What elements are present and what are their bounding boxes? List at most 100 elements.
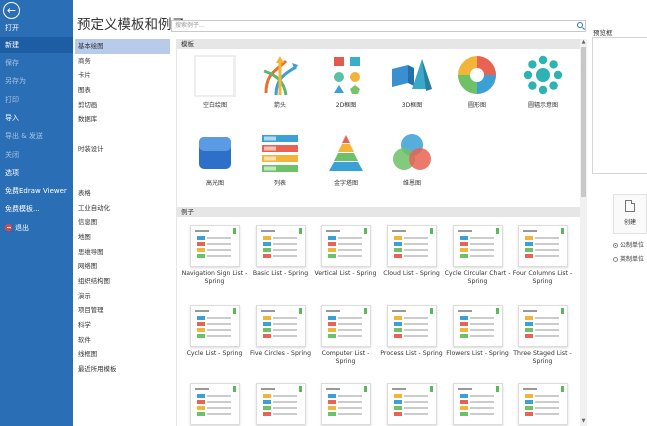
category-item[interactable]	[75, 171, 170, 186]
category-item[interactable]	[75, 157, 170, 172]
template-item[interactable]: 圆形图	[448, 53, 506, 109]
3d-block-icon	[388, 53, 436, 98]
example-item[interactable]: Basic List - Spring	[246, 225, 315, 278]
nav-item-new[interactable]: 新建	[0, 37, 73, 53]
back-arrow-icon[interactable]: ←	[3, 2, 20, 19]
example-label: Cloud List - Spring	[383, 270, 440, 277]
nav-item-free-templates[interactable]: 免费模板...	[0, 201, 73, 217]
example-item[interactable]: Three Staged List - Spring	[508, 305, 577, 366]
category-item[interactable]: 信息图	[75, 215, 170, 230]
example-item[interactable]	[180, 383, 249, 425]
example-item[interactable]: Flowers List - Spring	[443, 305, 512, 358]
nav-item-free-viewer[interactable]: 免费Edraw Viewer	[0, 183, 73, 199]
example-thumbnail	[320, 305, 371, 347]
nav-item-close[interactable]: 关闭	[0, 147, 73, 163]
example-item[interactable]: Process List - Spring	[377, 305, 446, 358]
create-button[interactable]: 创建	[613, 194, 647, 234]
example-thumbnail	[452, 383, 503, 425]
gallery-scrollbar[interactable]: ▲ ▼	[580, 39, 587, 426]
example-item[interactable]: Cloud List - Spring	[377, 225, 446, 278]
example-thumbnail	[386, 225, 437, 267]
category-item[interactable]	[75, 127, 170, 142]
category-item[interactable]: 最近所用模板	[75, 362, 170, 377]
example-item[interactable]: Four Columns List - Spring	[508, 225, 577, 286]
template-label: 列表	[273, 180, 286, 187]
nav-item-export-send[interactable]: 导出 & 发送	[0, 128, 73, 144]
highlight-icon	[191, 131, 239, 176]
category-item[interactable]: 剪切画	[75, 98, 170, 113]
template-label: 2D框图	[335, 102, 357, 109]
search-placeholder: 搜索例子...	[175, 22, 205, 29]
template-item[interactable]: 箭头	[251, 53, 309, 109]
nav-item-label: 免费Edraw Viewer	[5, 187, 67, 195]
nav-item-label: 导出 & 发送	[5, 132, 43, 140]
category-item[interactable]: 软件	[75, 333, 170, 348]
metric-units-radio[interactable]: 公制单位	[613, 240, 644, 249]
metric-units-label: 公制单位	[620, 242, 645, 249]
nav-item-label: 打印	[5, 96, 19, 104]
template-item[interactable]: 维恩图	[383, 131, 441, 187]
category-item[interactable]: 图表	[75, 83, 170, 98]
nav-item-print[interactable]: 打印	[0, 92, 73, 108]
scroll-down-icon[interactable]: ▼	[580, 419, 587, 424]
category-item[interactable]: 卡片	[75, 68, 170, 83]
example-item[interactable]: Cycle List - Spring	[180, 305, 249, 358]
example-label: Process List - Spring	[380, 350, 443, 357]
example-item[interactable]	[311, 383, 380, 425]
category-item[interactable]: 网络图	[75, 259, 170, 274]
nav-item-exit[interactable]: 退出	[0, 220, 73, 236]
nav-item-import[interactable]: 导入	[0, 110, 73, 126]
example-item[interactable]: Vertical List - Spring	[311, 225, 380, 278]
example-item[interactable]	[443, 383, 512, 425]
example-item[interactable]	[246, 383, 315, 425]
template-item[interactable]: 圆辐示意图	[514, 53, 572, 109]
example-label: Four Columns List - Spring	[512, 270, 573, 285]
category-item[interactable]: 商务	[75, 54, 170, 69]
arrows-icon	[256, 53, 304, 98]
template-label: 金字塔图	[333, 180, 358, 187]
category-item[interactable]: 地图	[75, 230, 170, 245]
example-label: Computer List - Spring	[321, 350, 370, 365]
category-item[interactable]: 时装设计	[75, 142, 170, 157]
template-item[interactable]: 3D框图	[383, 53, 441, 109]
example-item[interactable]: Navigation Sign List - Spring	[180, 225, 249, 286]
templates-section-header: 模板	[177, 39, 580, 49]
nav-item-label: 选项	[5, 169, 19, 177]
category-item[interactable]: 表格	[75, 186, 170, 201]
category-item[interactable]: 线框图	[75, 347, 170, 362]
nav-item-open[interactable]: 打开	[0, 20, 73, 36]
nav-item-save-as[interactable]: 另存为	[0, 73, 73, 89]
nav-item-save[interactable]: 保存	[0, 55, 73, 71]
example-label: Vertical List - Spring	[314, 270, 377, 277]
search-input[interactable]: 搜索例子...	[171, 20, 586, 32]
imperial-units-radio[interactable]: 英制单位	[613, 254, 644, 263]
search-icon[interactable]	[577, 22, 583, 28]
category-item[interactable]: 演示	[75, 289, 170, 304]
example-item[interactable]	[377, 383, 446, 425]
template-item[interactable]: 金字塔图	[317, 131, 375, 187]
blank-canvas-icon	[191, 53, 239, 98]
category-item[interactable]: 工业自动化	[75, 201, 170, 216]
template-item[interactable]: 空白绘图	[186, 53, 244, 109]
category-item[interactable]: 数据库	[75, 112, 170, 127]
pyramid-icon	[322, 131, 370, 176]
example-thumbnail	[320, 225, 371, 267]
example-item[interactable]: Five Circles - Spring	[246, 305, 315, 358]
example-item[interactable]	[508, 383, 577, 425]
category-item[interactable]: 项目管理	[75, 303, 170, 318]
example-item[interactable]: Computer List - Spring	[311, 305, 380, 366]
category-item[interactable]: 思维导图	[75, 245, 170, 260]
category-item[interactable]: 组织结构图	[75, 274, 170, 289]
nav-item-label: 导入	[5, 114, 19, 122]
scroll-up-icon[interactable]: ▲	[580, 40, 587, 45]
category-item[interactable]: 基本绘图	[75, 39, 170, 54]
template-item[interactable]: 2D框图	[317, 53, 375, 109]
nav-item-options[interactable]: 选项	[0, 165, 73, 181]
template-item[interactable]: 列表	[251, 131, 309, 187]
template-item[interactable]: 高光图	[186, 131, 244, 187]
nav-item-label: 新建	[5, 41, 19, 49]
category-item[interactable]: 科学	[75, 318, 170, 333]
example-item[interactable]: Cycle Circular Chart - Spring	[443, 225, 512, 286]
page-title: 预定义模板和例子	[77, 17, 185, 33]
scrollbar-thumb[interactable]	[581, 47, 586, 197]
